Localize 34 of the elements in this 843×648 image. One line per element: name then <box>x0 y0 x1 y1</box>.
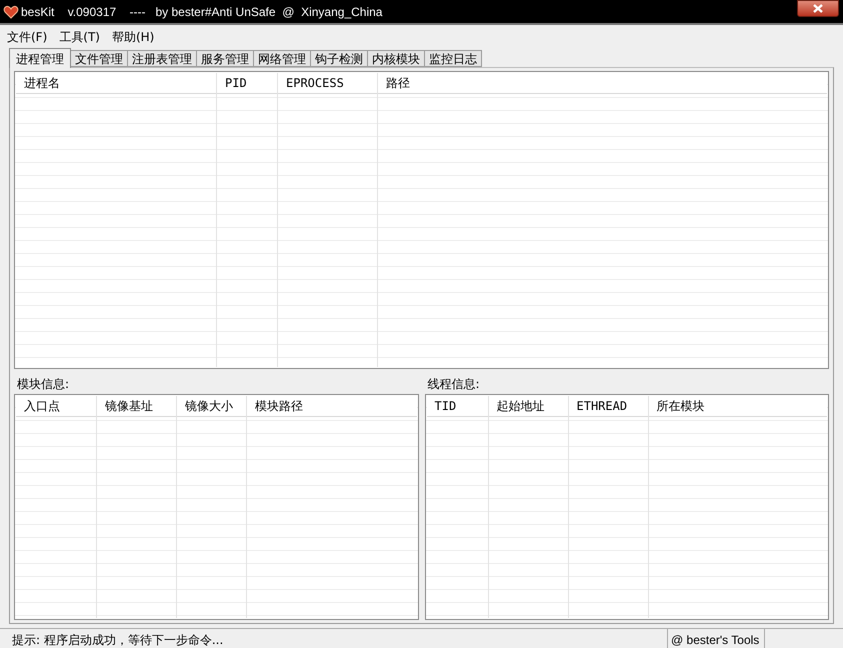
column-header[interactable]: TID <box>426 397 464 415</box>
window-title: besKit v.090317 ---- by bester#Anti UnSafe @ Xinyang_China <box>21 4 382 20</box>
column-header[interactable]: ETHREAD <box>568 397 636 415</box>
tab[interactable]: 文件管理 <box>70 50 128 67</box>
menu-item[interactable]: 文件(F) <box>7 28 48 46</box>
status-credit: @ bester's Tools <box>667 629 765 648</box>
tab[interactable]: 内核模块 <box>367 50 425 67</box>
tab[interactable]: 服务管理 <box>196 50 254 67</box>
close-icon <box>813 4 823 13</box>
panel-label: 线程信息: <box>426 376 481 393</box>
heart-icon <box>3 4 19 20</box>
column-header[interactable]: 起始地址 <box>488 397 552 415</box>
column-header[interactable]: EPROCESS <box>278 74 352 92</box>
tab[interactable]: 进程管理 <box>9 48 71 68</box>
close-button[interactable] <box>797 0 839 17</box>
menu-item[interactable]: 工具(T) <box>59 28 100 46</box>
column-header[interactable]: 路径 <box>378 74 418 92</box>
column-header[interactable]: PID <box>217 74 255 92</box>
status-message: 提示: 程序启动成功，等待下一步命令... <box>11 632 224 648</box>
tab[interactable]: 监控日志 <box>424 50 482 67</box>
column-header[interactable]: 入口点 <box>16 397 68 415</box>
menu-item[interactable]: 帮助(H) <box>112 28 154 46</box>
panel-label: 模块信息: <box>16 376 70 393</box>
list-view[interactable]: 入口点 镜像基址 镜像大小 模块路径 <box>14 394 418 620</box>
column-header[interactable]: 进程名 <box>16 74 68 92</box>
tab[interactable]: 网络管理 <box>253 50 311 67</box>
column-header[interactable]: 镜像大小 <box>177 397 241 415</box>
column-header[interactable]: 模块路径 <box>247 397 311 415</box>
list-view[interactable]: 进程名 PID EPROCESS 路径 <box>14 71 829 369</box>
column-header[interactable]: 镜像基址 <box>97 397 161 415</box>
list-view[interactable]: TID 起始地址 ETHREAD 所在模块 <box>424 394 829 620</box>
column-header[interactable]: 所在模块 <box>648 397 712 415</box>
tab[interactable]: 注册表管理 <box>127 50 197 67</box>
tab[interactable]: 钩子检测 <box>310 50 368 67</box>
